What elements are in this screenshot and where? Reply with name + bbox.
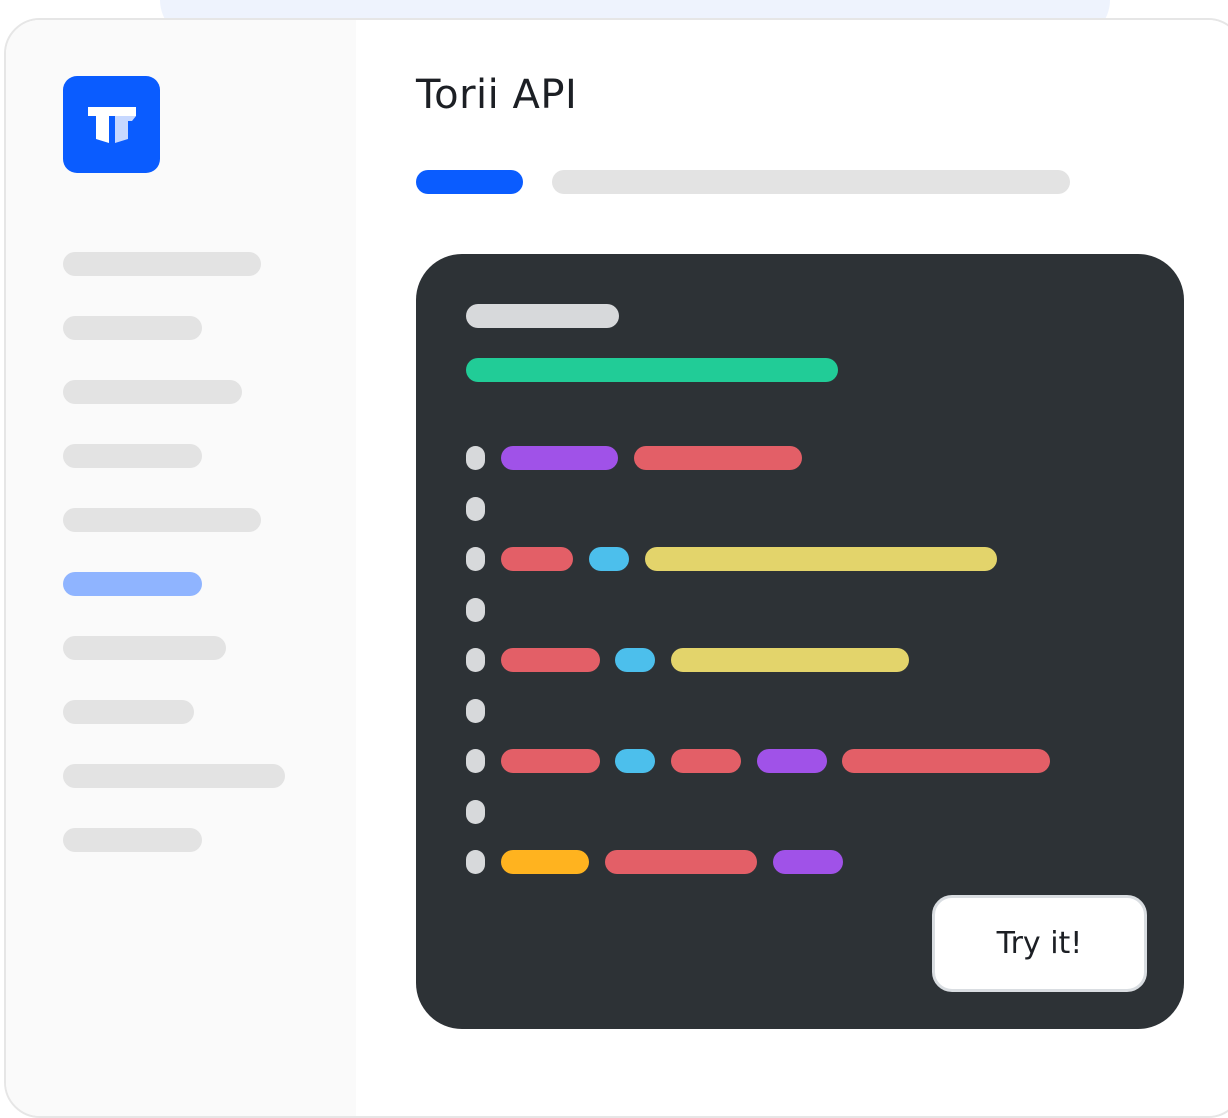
code-token-red — [605, 850, 757, 874]
sidebar-item-5[interactable] — [63, 508, 261, 532]
code-token-purple — [773, 850, 843, 874]
code-gutter-dot — [466, 800, 485, 824]
code-token-yellow — [645, 547, 997, 571]
try-it-button[interactable]: Try it! — [932, 895, 1147, 992]
code-token-red — [501, 547, 573, 571]
tab-placeholder — [552, 170, 1070, 194]
code-endpoint-bar — [466, 358, 838, 382]
code-token-purple — [757, 749, 827, 773]
code-token-red — [501, 749, 600, 773]
app-window: Torii API Try it! — [4, 18, 1228, 1118]
code-gutter-dot — [466, 699, 485, 723]
sidebar-item-8[interactable] — [63, 700, 194, 724]
code-heading-bar — [466, 304, 619, 328]
code-token-blue — [615, 648, 655, 672]
code-gutter-dot — [466, 497, 485, 521]
code-gutter-dot — [466, 547, 485, 571]
sidebar-item-7[interactable] — [63, 636, 226, 660]
code-token-yellow — [671, 648, 909, 672]
page-title: Torii API — [416, 72, 578, 118]
sidebar-item-1[interactable] — [63, 252, 261, 276]
code-gutter-dot — [466, 598, 485, 622]
code-gutter-dot — [466, 648, 485, 672]
code-token-purple — [501, 446, 618, 470]
main-content: Torii API Try it! — [356, 20, 1228, 1116]
sidebar-item-10[interactable] — [63, 828, 202, 852]
code-token-red — [634, 446, 802, 470]
sidebar-item-9[interactable] — [63, 764, 285, 788]
tab-active[interactable] — [416, 170, 523, 194]
sidebar-item-2[interactable] — [63, 316, 202, 340]
code-gutter-dot — [466, 850, 485, 874]
sidebar-item-4[interactable] — [63, 444, 202, 468]
code-token-red — [671, 749, 741, 773]
code-token-red — [842, 749, 1050, 773]
torii-logo-icon[interactable] — [63, 76, 160, 173]
code-sample-panel: Try it! — [416, 254, 1184, 1029]
code-token-blue — [589, 547, 629, 571]
torii-logo-glyph — [87, 106, 136, 143]
code-token-blue — [615, 749, 655, 773]
sidebar-item-3[interactable] — [63, 380, 242, 404]
code-token-orange — [501, 850, 589, 874]
sidebar-item-6-active[interactable] — [63, 572, 202, 596]
code-gutter-dot — [466, 749, 485, 773]
code-token-red — [501, 648, 600, 672]
sidebar — [6, 20, 356, 1116]
code-gutter-dot — [466, 446, 485, 470]
